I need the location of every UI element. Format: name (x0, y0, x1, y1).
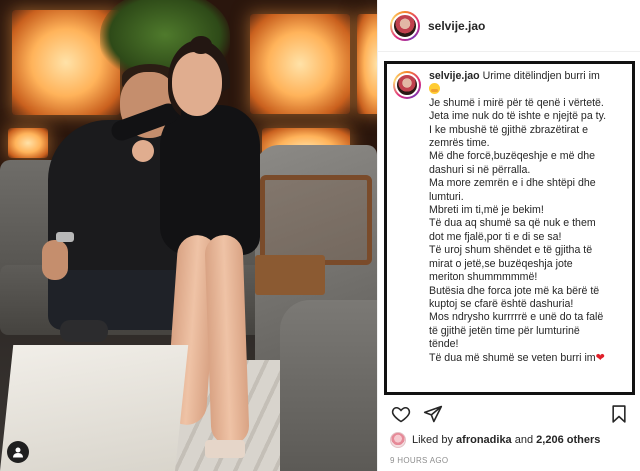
caption-line: dashuri si në përralla. (429, 163, 531, 176)
armchair-frame (260, 175, 372, 265)
caption-line: meriton shummmmmë! (429, 271, 538, 284)
caption-line: Urime ditëlindjen burri im (482, 70, 600, 82)
avatar[interactable] (390, 10, 420, 41)
caption-line: tënde! (429, 338, 459, 351)
liker-username[interactable]: afronadika (456, 434, 512, 446)
caption-line: Jeta ime nuk do të ishte e njejtë pa ty. (429, 110, 607, 123)
caption-line: Më dhe forcë,buzëqeshje e më dhe (429, 150, 596, 163)
watch (56, 232, 74, 242)
caption-line: Të dua aq shumë sa që nuk e them (429, 217, 596, 230)
caption: selvije.jao Urime ditëlindjen burri im J… (384, 61, 635, 395)
caption-avatar[interactable] (393, 71, 421, 99)
liker-avatar[interactable] (390, 432, 406, 448)
share-button[interactable] (422, 403, 444, 425)
wall-light-panel (250, 14, 350, 114)
post-timestamp[interactable]: 9 HOURS AGO (390, 456, 448, 465)
caption-line: Mbreti im ti,më je bekim! (429, 204, 544, 217)
likes-conjunction: and (514, 434, 534, 446)
likes-summary: Liked by afronadika and 2,206 others (390, 431, 600, 449)
caption-text: selvije.jao Urime ditëlindjen burri im J… (429, 70, 606, 365)
caption-line: Mos ndrysho kurrrrrë e unë do ta falë (429, 311, 604, 324)
caption-line: Butësia dhe forca jote më ka bërë të (429, 284, 600, 297)
man-shoe (60, 320, 108, 342)
woman-shoe (205, 440, 245, 458)
armchair-front (280, 300, 377, 471)
wall-light-panel (8, 128, 48, 158)
caption-line: Të uroj shum shëndet e të gjitha të (429, 244, 593, 257)
wall-light-panel (357, 14, 377, 114)
caption-line: I ke mbushë të gjithë zbrazëtirat e (429, 123, 588, 136)
man-hand (42, 240, 68, 280)
post-photo (0, 0, 377, 471)
heart-outline-icon (391, 406, 411, 423)
heart-emoji-icon: ❤ (595, 351, 605, 364)
likes-prefix: Liked by (412, 434, 453, 446)
woman-hair-bun (190, 36, 212, 54)
post-header: selvije.jao (378, 0, 640, 52)
woman (160, 105, 260, 255)
woman-hand (132, 140, 154, 162)
caption-line: kuptoj se cfarë është dashuria! (429, 297, 574, 310)
save-button[interactable] (608, 403, 630, 425)
person-tag-icon (13, 447, 23, 458)
tagged-people-button[interactable] (7, 441, 29, 463)
caption-username[interactable]: selvije.jao (429, 70, 480, 82)
caption-line: lumturi. (429, 190, 464, 203)
likes-others-link[interactable]: 2,206 others (536, 434, 600, 446)
woman-leg (204, 234, 250, 446)
caption-line: Ma more zemrën e i dhe shtëpi dhe (429, 177, 596, 190)
bookmark-icon (612, 405, 626, 423)
side-table (255, 255, 325, 295)
username-link[interactable]: selvije.jao (428, 19, 485, 33)
woman-head (172, 52, 222, 116)
caption-line: mirat o jetë,se buzëqeshja jote (429, 257, 573, 270)
caption-line: Të dua më shumë se veten burri im (429, 351, 596, 364)
action-bar (390, 403, 630, 425)
like-button[interactable] (390, 403, 412, 425)
caption-line: Je shumë i mirë për të qenë i vërtetë. (429, 96, 604, 109)
post-sidebar: selvije.jao selvije.jao Urime ditëlindje… (377, 0, 640, 471)
paper-plane-icon (423, 405, 443, 423)
caption-line: të gjithë jetën time për lumturinë (429, 324, 580, 337)
caption-line: zemrës time. (429, 137, 490, 150)
caption-line: dot me fjalë,por ti e di se sa! (429, 230, 562, 243)
hug-emoji-icon (429, 83, 440, 95)
